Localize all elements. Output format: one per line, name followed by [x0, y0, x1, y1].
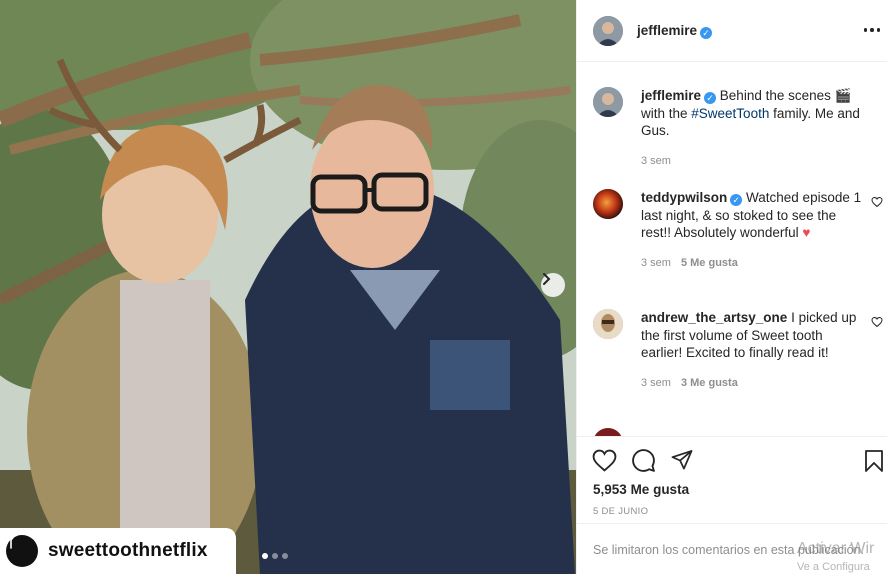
comment-item: teddypwilson ✓ Watched episode 1 last nig… [593, 189, 883, 269]
like-comment-heart-icon[interactable] [871, 196, 883, 208]
comment-meta: 3 sem 5 Me gusta [641, 257, 873, 269]
comment-likes[interactable]: 5 Me gusta [681, 257, 738, 269]
comment-meta: 3 sem 3 Me gusta [641, 377, 873, 389]
carousel-indicator [262, 553, 288, 559]
windows-activation-subtext: Ve a Configura [797, 561, 870, 573]
carousel-dot [262, 553, 268, 559]
verified-badge-icon: ✓ [700, 26, 713, 39]
commenter-username[interactable]: andrew_the_artsy_one [641, 310, 787, 325]
author-avatar[interactable] [593, 87, 623, 117]
heart-icon[interactable] [592, 449, 617, 472]
commenter-avatar[interactable] [593, 189, 623, 219]
verified-badge-icon: ✓ [704, 92, 717, 104]
caption-text: jefflemire ✓ Behind the scenes 🎬 with the… [641, 88, 860, 138]
chevron-right-icon [543, 273, 551, 285]
post-date[interactable]: 5 DE JUNIO [593, 506, 648, 517]
windows-activation-watermark: Activar Wir [797, 540, 875, 557]
sweettooth-logo-icon [2, 529, 38, 567]
next-photo-button[interactable] [541, 273, 565, 297]
comment-icon[interactable] [631, 448, 656, 473]
comment-time[interactable]: 3 sem [641, 257, 671, 269]
caption-username[interactable]: jefflemire [641, 88, 701, 103]
verified-badge-icon: ✓ [730, 194, 743, 206]
hashtag-link[interactable]: #SweetTooth [691, 106, 769, 121]
photo-illustration [0, 0, 576, 574]
red-heart-emoji: ♥ [802, 225, 811, 240]
paper-plane-icon[interactable] [670, 449, 694, 472]
comment-item: andrew_the_artsy_one I picked up the fir… [593, 309, 883, 389]
carousel-dot [272, 553, 278, 559]
source-watermark: sweettoothnetflix [0, 528, 236, 574]
comment-text: teddypwilson ✓ Watched episode 1 last nig… [641, 190, 862, 240]
comment-text: andrew_the_artsy_one I picked up the fir… [641, 310, 857, 360]
like-comment-heart-icon[interactable] [871, 316, 883, 328]
comments-list[interactable]: jefflemire ✓ Behind the scenes 🎬 with the… [577, 63, 887, 436]
post-photo[interactable]: sweettoothnetflix [0, 0, 576, 574]
commenter-username[interactable]: teddypwilson [641, 190, 727, 205]
post-header: jefflemire ✓ [577, 0, 887, 62]
carousel-dot [282, 553, 288, 559]
caption-time[interactable]: 3 sem [641, 155, 671, 167]
caption-meta: 3 sem [641, 155, 873, 167]
comment-time[interactable]: 3 sem [641, 377, 671, 389]
post-details-panel: jefflemire ✓ jefflemire ✓ Behind the scene… [576, 0, 887, 574]
commenter-avatar[interactable] [593, 309, 623, 339]
comment-likes[interactable]: 3 Me gusta [681, 377, 738, 389]
likes-count[interactable]: 5,953 Me gusta [593, 482, 689, 497]
author-avatar[interactable] [593, 15, 623, 46]
caption: jefflemire ✓ Behind the scenes 🎬 with the… [593, 87, 873, 167]
commenter-avatar[interactable] [593, 428, 623, 436]
more-options-button[interactable] [862, 22, 882, 38]
author-username[interactable]: jefflemire ✓ [637, 22, 713, 40]
bookmark-icon[interactable] [864, 449, 884, 473]
watermark-text: sweettoothnetflix [48, 540, 208, 561]
